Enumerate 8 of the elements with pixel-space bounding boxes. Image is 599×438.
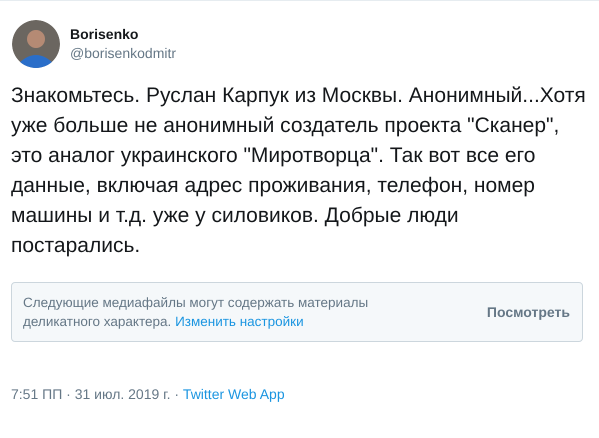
- change-settings-link[interactable]: Изменить настройки: [175, 314, 304, 329]
- notice-text: Следующие медиафайлы могут содержать материалы деликатного характера. Изменить настройки: [23, 294, 370, 331]
- author-handle[interactable]: @borisenkodmitr: [70, 43, 176, 63]
- tweet-text: Знакомьтесь. Руслан Карпук из Москвы. Анонимный...Хотя уже больше не анонимный создатель проекта "Сканер", это аналог украинского "Миротворца". Так вот все его данные, включая адрес проживания, телефон, номер машины и т.д. уже у силовиков. Добрые люди постарались.: [11, 83, 587, 259]
- tweet-timestamp: 7:51 ПП · 31 июл. 2019 г. · Twitter Web App: [11, 385, 286, 404]
- view-button[interactable]: Посмотреть: [486, 302, 570, 322]
- author-name[interactable]: Borisenko: [70, 25, 176, 43]
- source-link[interactable]: Twitter Web App: [182, 386, 285, 402]
